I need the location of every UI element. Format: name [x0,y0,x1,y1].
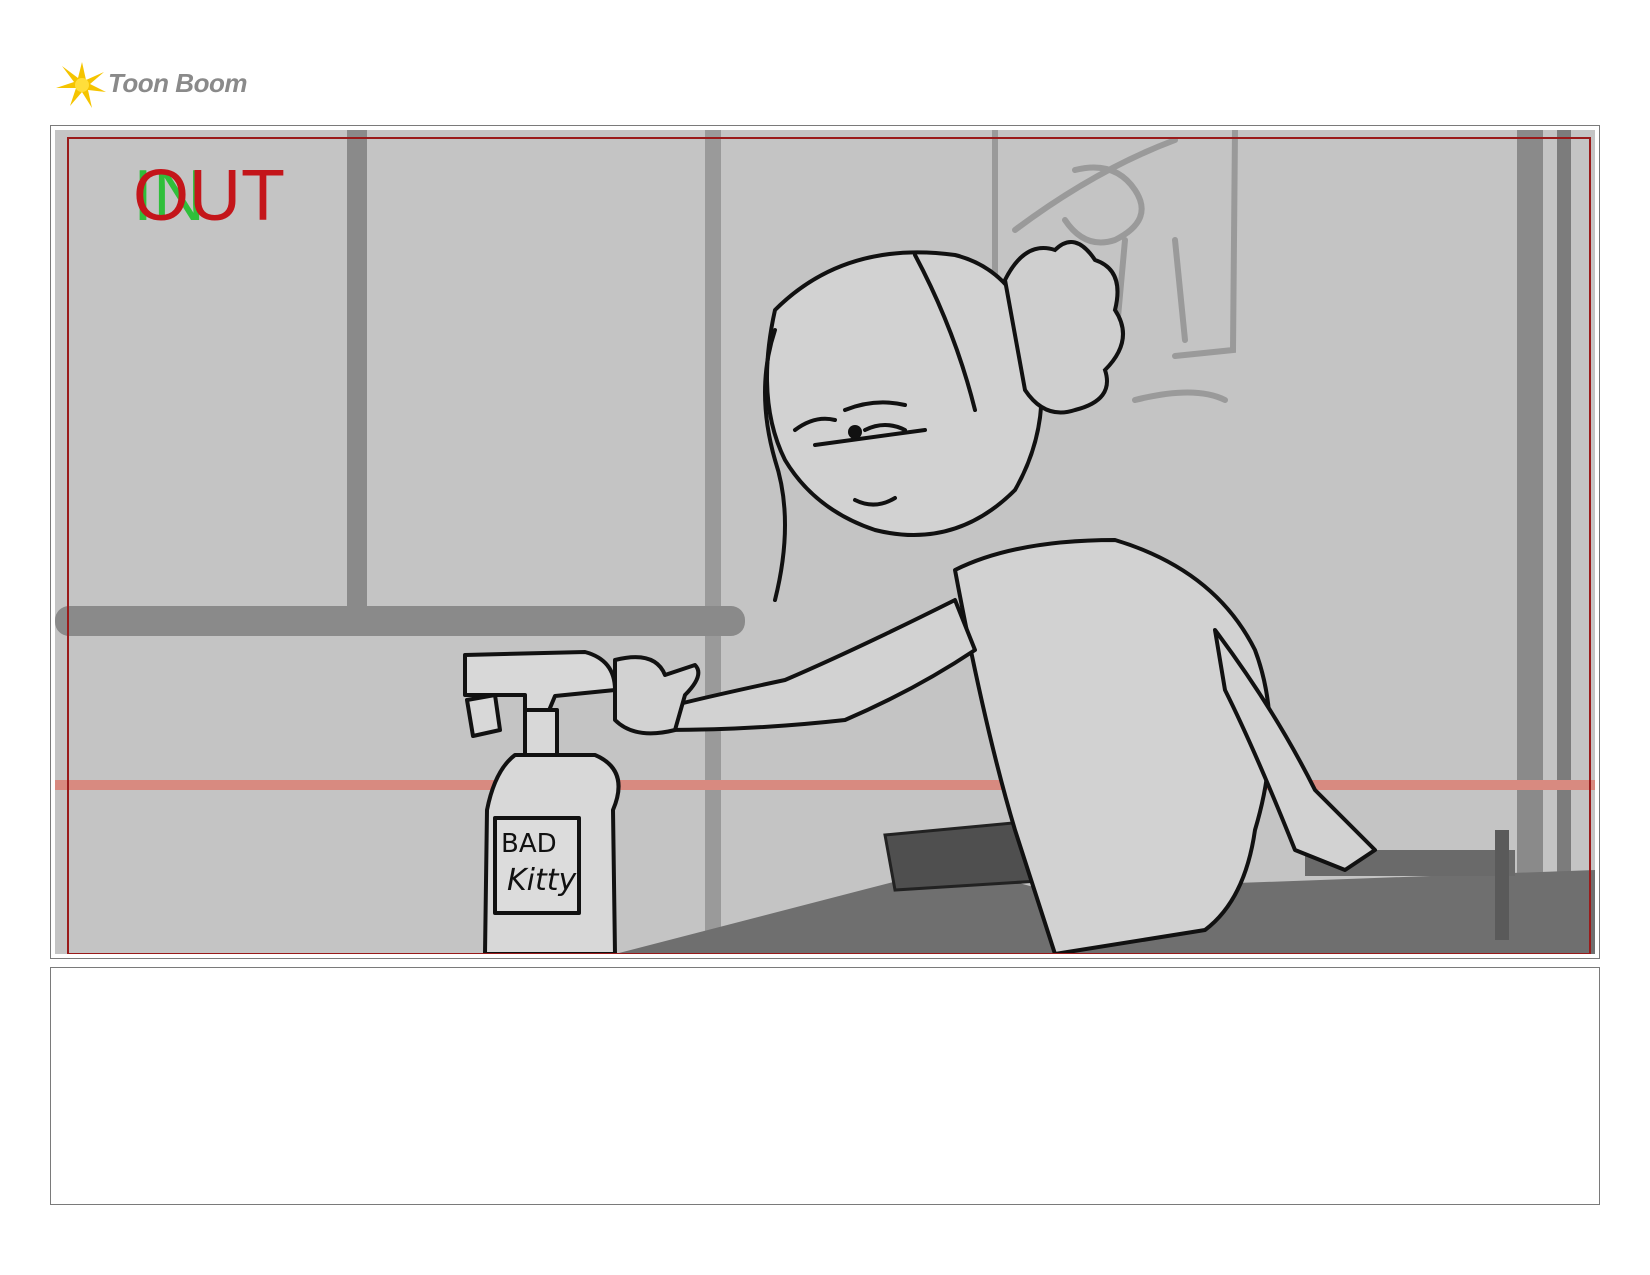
bottle-label-bad: BAD [501,829,557,859]
bottle-label-kitty: Kitty [507,863,578,898]
storyboard-panel: BAD Kitty IN OUT [50,125,1600,959]
sketch-artwork: BAD Kitty [55,130,1595,954]
brand-name: Toon Boom [108,68,247,98]
out-marker: OUT [133,156,285,236]
toon-boom-logo: Toon Boom [52,58,252,112]
starburst-icon [56,62,106,108]
panel-notes-box[interactable] [50,967,1600,1205]
panel-drawing: BAD Kitty IN OUT [55,130,1595,954]
